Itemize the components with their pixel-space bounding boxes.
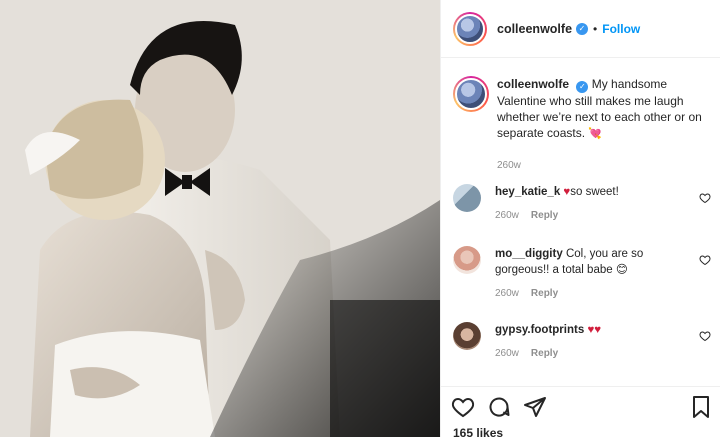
comment-row: hey_katie_k ♥so sweet! 260w Reply: [453, 184, 711, 224]
reply-button[interactable]: Reply: [531, 348, 558, 359]
comment-meta: 260w Reply: [495, 208, 691, 224]
comment-body: mo__diggity Col, you are so gorgeous!! a…: [495, 246, 691, 302]
comment-emoji: 😊: [615, 264, 628, 276]
comment-text-block: hey_katie_k ♥so sweet!: [495, 184, 691, 200]
comment-row: mo__diggity Col, you are so gorgeous!! a…: [453, 246, 711, 302]
comment-meta: 260w Reply: [495, 346, 691, 362]
commenter-avatar[interactable]: [453, 322, 481, 350]
comment-age[interactable]: 260w: [495, 348, 519, 359]
commenter-avatar[interactable]: [453, 246, 481, 274]
heart-outline-icon[interactable]: [699, 192, 711, 204]
post-caption: colleenwolfe ✓ My handsome Valentine who…: [453, 76, 711, 174]
comment-emoji: ♥♥: [587, 324, 602, 336]
likes-count[interactable]: 165 likes: [453, 426, 503, 437]
reply-button[interactable]: Reply: [531, 288, 558, 299]
comments-list[interactable]: colleenwolfe ✓ My handsome Valentine who…: [441, 58, 720, 386]
comment-text: so sweet!: [570, 186, 619, 198]
verified-badge-icon: ✓: [576, 81, 589, 93]
verified-badge-icon: ✓: [576, 22, 589, 35]
comment-username[interactable]: mo__diggity: [495, 248, 563, 260]
instagram-post: colleenwolfe ✓ • Follow colleenwolfe ✓ M…: [0, 0, 720, 437]
commenter-avatar[interactable]: [453, 184, 481, 212]
caption-emoji: 💘: [588, 128, 603, 140]
comment-body: hey_katie_k ♥so sweet! 260w Reply: [495, 184, 691, 224]
comment-body: gypsy.footprints ♥♥ 260w Reply: [495, 322, 691, 362]
actions-bar: 165 likes: [441, 386, 720, 437]
caption-username[interactable]: colleenwolfe: [497, 77, 569, 91]
comment-username[interactable]: hey_katie_k: [495, 186, 560, 198]
caption-avatar[interactable]: [453, 76, 489, 112]
heart-outline-icon[interactable]: [451, 395, 475, 419]
comment-age[interactable]: 260w: [495, 288, 519, 299]
comment-text-block: mo__diggity Col, you are so gorgeous!! a…: [495, 246, 691, 278]
post-side-panel: colleenwolfe ✓ • Follow colleenwolfe ✓ M…: [440, 0, 720, 437]
comment-meta: 260w Reply: [495, 286, 691, 302]
comment-text-block: gypsy.footprints ♥♥: [495, 322, 691, 338]
heart-outline-icon[interactable]: [699, 330, 711, 342]
comment-row: gypsy.footprints ♥♥ 260w Reply: [453, 322, 711, 362]
follow-button[interactable]: Follow: [602, 22, 640, 36]
wedding-couple-photo: [0, 0, 440, 437]
comment-age[interactable]: 260w: [495, 210, 519, 221]
caption-text-block: colleenwolfe ✓ My handsome Valentine who…: [497, 76, 711, 142]
author-username[interactable]: colleenwolfe: [497, 22, 572, 36]
heart-outline-icon[interactable]: [699, 254, 711, 266]
avatar-image: [455, 13, 485, 44]
post-header: colleenwolfe ✓ • Follow: [441, 0, 720, 58]
paper-plane-icon[interactable]: [523, 395, 547, 419]
avatar-image: [455, 78, 487, 110]
reply-button[interactable]: Reply: [531, 210, 558, 221]
comment-username[interactable]: gypsy.footprints: [495, 324, 584, 336]
bookmark-icon[interactable]: [689, 395, 713, 419]
comment-bubble-icon[interactable]: [487, 395, 511, 419]
caption-age[interactable]: 260w: [497, 158, 711, 174]
post-photo[interactable]: [0, 0, 440, 437]
caption-body: colleenwolfe ✓ My handsome Valentine who…: [497, 76, 711, 174]
author-avatar[interactable]: [453, 11, 487, 46]
separator-dot: •: [593, 21, 598, 36]
